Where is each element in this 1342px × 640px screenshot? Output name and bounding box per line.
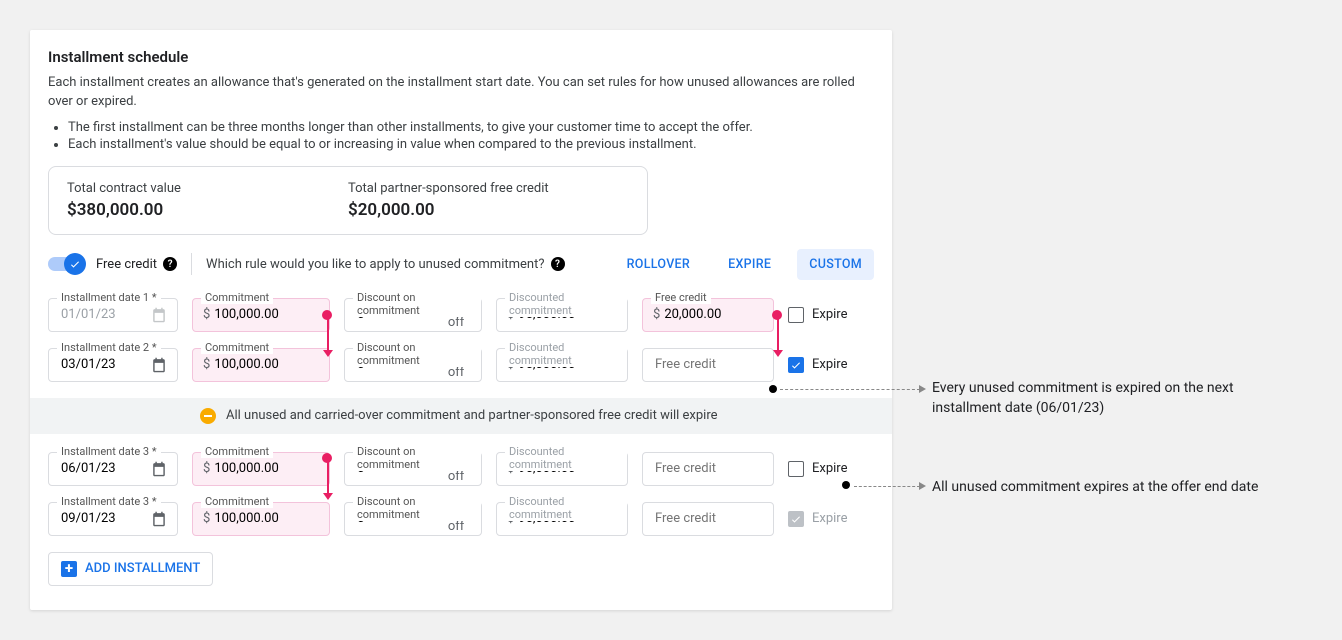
expire-option: Expire — [788, 307, 847, 323]
commitment-field[interactable]: Commitment $ — [192, 348, 330, 382]
installment-date-field[interactable]: Installment date 2 * — [48, 348, 178, 382]
tab-custom[interactable]: CUSTOM — [797, 249, 874, 280]
total-contract-value: $380,000.00 — [67, 200, 348, 220]
discount-field[interactable]: Discount on commitment % off — [344, 348, 482, 382]
free-credit-amount[interactable] — [662, 306, 763, 323]
installment-rows: Installment date 1 * Commitment $ Discou… — [48, 298, 874, 536]
bullet-2: Each installment's value should be equal… — [68, 137, 874, 152]
installment-date-input[interactable] — [59, 460, 151, 477]
tab-rollover[interactable]: ROLLOVER — [615, 249, 702, 280]
bullet-1: The first installment can be three month… — [68, 120, 874, 135]
expire-banner: All unused and carried-over commitment a… — [30, 398, 892, 434]
totals-box: Total contract value $380,000.00 Total p… — [48, 166, 648, 235]
divider — [191, 253, 192, 275]
rule-question: Which rule would you like to apply to un… — [206, 257, 564, 272]
installment-row: Installment date 3 * Commitment $ Discou… — [48, 502, 874, 536]
expire-checkbox[interactable] — [788, 307, 804, 323]
card-bullets: The first installment can be three month… — [48, 120, 874, 152]
discount-field[interactable]: Discount on commitment % off — [344, 298, 482, 332]
annotation-dot — [769, 385, 777, 393]
discounted-commitment-field: Discounted commitment $ — [496, 348, 628, 382]
tab-expire[interactable]: EXPIRE — [716, 249, 783, 280]
annotation-arrow — [854, 486, 920, 487]
add-installment-button[interactable]: + ADD INSTALLMENT — [48, 552, 213, 586]
expire-option: Expire — [788, 461, 847, 477]
discounted-commitment-field: Discounted commitment $ — [496, 502, 628, 536]
free-credit-toggle[interactable] — [48, 257, 82, 271]
free-credit-input[interactable] — [653, 510, 763, 527]
installment-row: Installment date 1 * Commitment $ Discou… — [48, 298, 874, 332]
banner-text: All unused and carried-over commitment a… — [226, 408, 718, 423]
free-credit-input[interactable] — [653, 356, 763, 373]
calendar-icon[interactable] — [151, 511, 167, 527]
free-credit-input[interactable] — [653, 460, 763, 477]
discounted-commitment-field: Discounted commitment $ — [496, 452, 628, 486]
annotation-arrow — [780, 389, 920, 390]
discount-field[interactable]: Discount on commitment % off — [344, 502, 482, 536]
commitment-field[interactable]: Commitment $ — [192, 502, 330, 536]
calendar-icon[interactable] — [151, 307, 167, 323]
free-credit-field[interactable] — [642, 348, 774, 382]
check-icon — [64, 253, 86, 275]
annotation-1: Every unused commitment is expired on th… — [932, 378, 1272, 419]
commitment-input[interactable] — [212, 356, 319, 373]
discount-field[interactable]: Discount on commitment % off — [344, 452, 482, 486]
expire-label: Expire — [812, 357, 847, 372]
total-contract-label: Total contract value — [67, 181, 348, 196]
installment-date-input[interactable] — [59, 510, 151, 527]
total-credit-label: Total partner-sponsored free credit — [348, 181, 629, 196]
help-icon[interactable]: ? — [163, 257, 177, 271]
expire-checkbox[interactable] — [788, 357, 804, 373]
calendar-icon[interactable] — [151, 461, 167, 477]
free-credit-field[interactable] — [642, 452, 774, 486]
annotation-dot — [842, 481, 850, 489]
add-label: ADD INSTALLMENT — [85, 561, 200, 576]
plus-icon: + — [61, 561, 77, 577]
installment-date-input[interactable] — [59, 356, 151, 373]
installment-schedule-card: Installment schedule Each installment cr… — [30, 30, 892, 610]
discounted-commitment-field: Discounted commitment $ — [496, 298, 628, 332]
warning-icon — [200, 408, 216, 424]
installment-date-field[interactable]: Installment date 1 * — [48, 298, 178, 332]
expire-checkbox[interactable] — [788, 461, 804, 477]
free-credit-field[interactable]: Free credit$ — [642, 298, 774, 332]
commitment-input[interactable] — [212, 510, 319, 527]
commitment-input[interactable] — [212, 460, 319, 477]
card-title: Installment schedule — [48, 48, 874, 66]
installment-date-field[interactable]: Installment date 3 * — [48, 502, 178, 536]
calendar-icon[interactable] — [151, 357, 167, 373]
installment-row: Installment date 3 * Commitment $ Discou… — [48, 452, 874, 486]
installment-date-field[interactable]: Installment date 3 * — [48, 452, 178, 486]
free-credit-field[interactable] — [642, 502, 774, 536]
card-description: Each installment creates an allowance th… — [48, 74, 874, 112]
commitment-field[interactable]: Commitment $ — [192, 298, 330, 332]
installment-date-input[interactable] — [59, 306, 151, 323]
expire-option: Expire — [788, 357, 847, 373]
expire-label: Expire — [812, 307, 847, 322]
expire-label: Expire — [812, 511, 847, 526]
free-credit-label: Free credit ? — [96, 257, 177, 272]
commitment-field[interactable]: Commitment $ — [192, 452, 330, 486]
help-icon[interactable]: ? — [551, 257, 565, 271]
commitment-input[interactable] — [212, 306, 319, 323]
rule-bar: Free credit ? Which rule would you like … — [48, 249, 874, 280]
annotation-2: All unused commitment expires at the off… — [932, 477, 1272, 497]
expire-checkbox — [788, 511, 804, 527]
installment-row: Installment date 2 * Commitment $ Discou… — [48, 348, 874, 382]
expire-label: Expire — [812, 461, 847, 476]
expire-option: Expire — [788, 511, 847, 527]
total-credit-value: $20,000.00 — [348, 200, 629, 220]
